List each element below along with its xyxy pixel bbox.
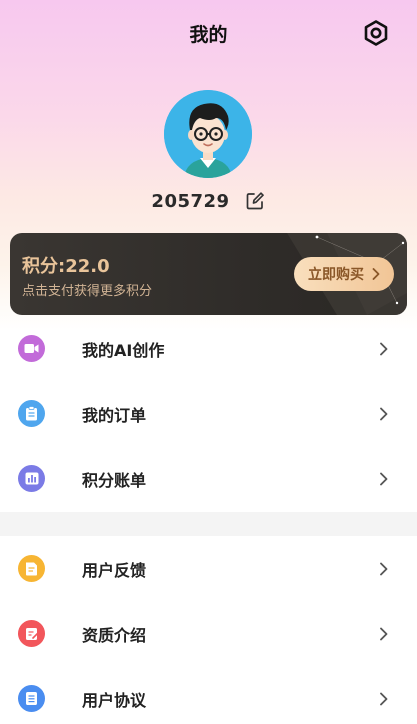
points-card[interactable]: 积分:22.0 点击支付获得更多积分 立即购买 xyxy=(10,233,407,315)
page-title: 我的 xyxy=(189,24,228,46)
menu-label: 用户协议 xyxy=(82,690,147,710)
menu-item-qualification[interactable]: 资质介绍 xyxy=(0,601,417,666)
buy-now-label: 立即购买 xyxy=(308,267,364,283)
menu-label: 我的AI创作 xyxy=(82,340,165,360)
chevron-right-icon xyxy=(372,268,380,280)
section-divider xyxy=(0,512,417,536)
certificate-icon xyxy=(18,620,45,647)
points-value: 积分:22.0 xyxy=(22,256,110,277)
menu-label: 我的订单 xyxy=(82,405,147,425)
chevron-right-icon xyxy=(380,692,388,705)
avatar-illustration-icon xyxy=(164,90,252,178)
avatar[interactable] xyxy=(164,90,252,178)
menu-item-orders[interactable]: 我的订单 xyxy=(0,381,417,446)
menu-item-user-agreement[interactable]: 用户协议 xyxy=(0,666,417,724)
settings-button[interactable] xyxy=(361,18,391,48)
menu-item-feedback[interactable]: 用户反馈 xyxy=(0,536,417,601)
top-bar: 我的 xyxy=(0,14,417,54)
buy-now-button[interactable]: 立即购买 xyxy=(294,257,394,291)
chevron-right-icon xyxy=(380,407,388,420)
edit-profile-button[interactable] xyxy=(244,190,266,212)
video-icon xyxy=(18,335,45,362)
menu-label: 资质介绍 xyxy=(82,625,147,645)
clipboard-icon xyxy=(18,400,45,427)
menu-label: 用户反馈 xyxy=(82,560,147,580)
bar-chart-icon xyxy=(18,465,45,492)
chevron-right-icon xyxy=(380,342,388,355)
menu-group-main: 我的AI创作 我的订单 积分账单 xyxy=(0,316,417,511)
points-hint: 点击支付获得更多积分 xyxy=(22,284,153,299)
feedback-icon xyxy=(18,555,45,582)
document-icon xyxy=(18,685,45,712)
chevron-right-icon xyxy=(380,627,388,640)
user-info-row: 205729 xyxy=(0,188,417,214)
settings-icon xyxy=(364,20,388,46)
menu-label: 积分账单 xyxy=(82,470,147,490)
chevron-right-icon xyxy=(380,472,388,485)
menu-group-info: 用户反馈 资质介绍 用户协议 xyxy=(0,536,417,724)
menu-item-points-bill[interactable]: 积分账单 xyxy=(0,446,417,511)
menu-item-ai-creation[interactable]: 我的AI创作 xyxy=(0,316,417,381)
chevron-right-icon xyxy=(380,562,388,575)
edit-icon xyxy=(246,192,264,210)
user-id: 205729 xyxy=(151,190,230,212)
